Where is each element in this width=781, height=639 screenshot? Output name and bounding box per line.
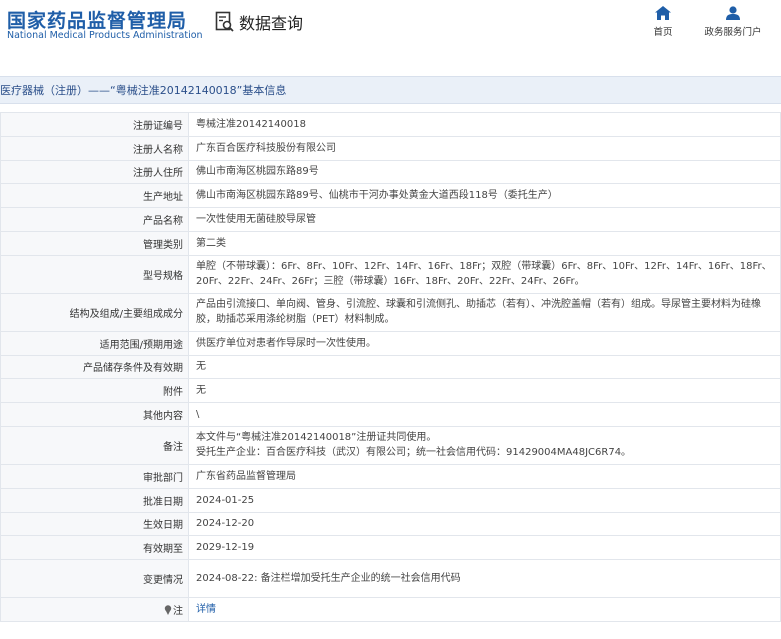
row-value: 详情 [188,597,781,622]
row-value: 佛山市南海区桃园东路89号 [188,159,781,185]
breadcrumb-text: 医疗器械（注册）——“粤械注准20142140018”基本信息 [0,84,287,97]
row-value: 一次性使用无菌硅胶导尿管 [188,207,781,232]
detail-table: 注册证编号 粤械注准20142140018 注册人名称 广东百合医疗科技股份有限… [0,112,781,622]
table-row: 审批部门 广东省药品监督管理局 [0,463,781,489]
nav-service-portal[interactable]: 政务服务门户 [700,6,766,38]
row-value: 2024-01-25 [188,487,781,513]
row-label: 适用范围/预期用途 [0,330,189,356]
row-value: 粤械注准20142140018 [188,112,781,137]
breadcrumb: 医疗器械（注册）——“粤械注准20142140018”基本信息 [0,76,781,104]
row-value: 产品由引流接口、单向阀、管身、引流腔、球囊和引流侧孔、助插芯（若有）、冲洗腔盖帽… [188,292,781,332]
table-row: 适用范围/预期用途 供医疗单位对患者作导尿时一次性使用。 [0,330,781,356]
nav-home[interactable]: 首页 [651,6,675,38]
user-icon [726,6,740,20]
note-label: 注 [173,606,183,618]
table-row: 变更情况 2024-08-22: 备注栏增加受托生产企业的统一社会信用代码 [0,559,781,599]
table-row: 生产地址 佛山市南海区桃园东路89号、仙桃市干河办事处黄金大道西段118号（委托… [0,183,781,209]
search-document-icon [215,11,234,32]
row-value: 无 [188,354,781,380]
table-row: 产品储存条件及有效期 无 [0,354,781,380]
row-label: 产品储存条件及有效期 [0,354,189,380]
row-label: 结构及组成/主要组成成分 [0,292,189,332]
row-label: 附件 [0,378,189,404]
row-value: 广东百合医疗科技股份有限公司 [188,135,781,161]
row-label: 注册证编号 [0,112,189,137]
table-row: 注 详情 [0,597,781,622]
table-row: 生效日期 2024-12-20 [0,511,781,537]
table-row: 注册人住所 佛山市南海区桃园东路89号 [0,159,781,185]
table-row: 注册证编号 粤械注准20142140018 [0,112,781,137]
row-label: 注 [0,597,189,622]
row-value: 供医疗单位对患者作导尿时一次性使用。 [188,330,781,356]
row-label: 产品名称 [0,207,189,232]
table-row: 附件 无 [0,378,781,404]
row-label: 生效日期 [0,511,189,537]
row-label: 注册人名称 [0,135,189,161]
row-label: 备注 [0,425,189,465]
row-value: 单腔（不带球囊）：6Fr、8Fr、10Fr、12Fr、14Fr、16Fr、18F… [188,254,781,294]
table-row: 型号规格 单腔（不带球囊）：6Fr、8Fr、10Fr、12Fr、14Fr、16F… [0,254,781,294]
row-value: 佛山市南海区桃园东路89号、仙桃市干河办事处黄金大道西段118号（委托生产） [188,183,781,209]
table-row: 注册人名称 广东百合医疗科技股份有限公司 [0,135,781,161]
remark-line-2: 受托生产企业：百合医疗科技（武汉）有限公司；统一社会信用代码：91429004M… [196,447,632,459]
row-label: 管理类别 [0,230,189,256]
details-link[interactable]: 详情 [196,604,216,615]
row-value: 广东省药品监督管理局 [188,463,781,489]
row-value: 无 [188,378,781,404]
table-row: 备注 本文件与“粤械注准20142140018”注册证共同使用。 受托生产企业：… [0,425,781,465]
row-value: 本文件与“粤械注准20142140018”注册证共同使用。 受托生产企业：百合医… [188,425,781,465]
row-label: 其他内容 [0,402,189,427]
table-row: 其他内容 \ [0,402,781,427]
row-value: \ [188,402,781,427]
row-value: 2024-12-20 [188,511,781,537]
nav-home-label: 首页 [653,27,673,38]
row-value: 第二类 [188,230,781,256]
table-row: 产品名称 一次性使用无菌硅胶导尿管 [0,207,781,232]
site-logo-en[interactable]: National Medical Products Administration [7,30,203,41]
row-label: 审批部门 [0,463,189,489]
home-icon [655,6,671,20]
table-row: 批准日期 2024-01-25 [0,487,781,513]
row-label: 注册人住所 [0,159,189,185]
table-row: 管理类别 第二类 [0,230,781,256]
table-row: 结构及组成/主要组成成分 产品由引流接口、单向阀、管身、引流腔、球囊和引流侧孔、… [0,292,781,332]
row-label: 生产地址 [0,183,189,209]
row-value: 2024-08-22: 备注栏增加受托生产企业的统一社会信用代码 [188,559,781,599]
table-row: 有效期至 2029-12-19 [0,535,781,561]
data-query-label: 数据查询 [239,14,304,33]
row-label: 型号规格 [0,254,189,294]
remark-line-1: 本文件与“粤械注准20142140018”注册证共同使用。 [196,432,437,444]
data-query-heading: 数据查询 [215,10,303,34]
pin-icon [164,605,172,616]
site-logo-cn[interactable]: 国家药品监督管理局 [7,6,187,33]
row-label: 有效期至 [0,535,189,561]
row-label: 变更情况 [0,559,189,599]
row-label: 批准日期 [0,487,189,513]
site-header: 国家药品监督管理局 National Medical Products Admi… [0,0,781,62]
row-value: 2029-12-19 [188,535,781,561]
nav-service-label: 政务服务门户 [704,27,762,38]
